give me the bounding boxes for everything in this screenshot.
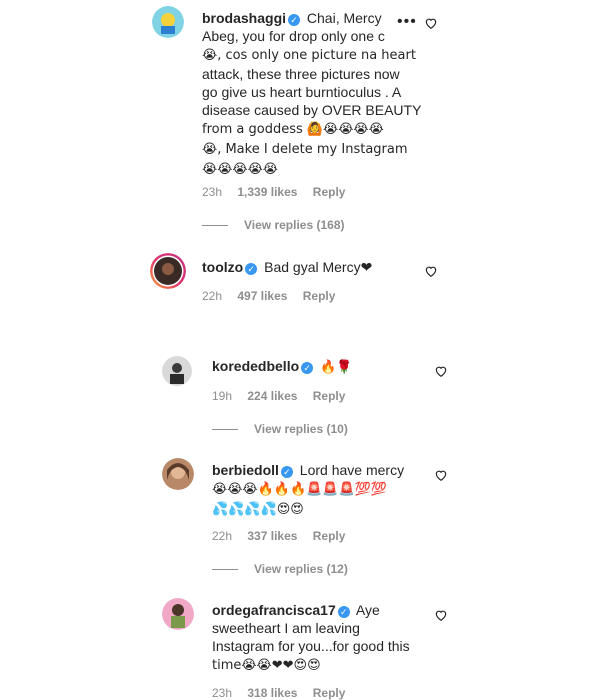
divider-line [202,225,228,227]
reply-button[interactable]: Reply [313,529,346,543]
username[interactable]: toolzo [202,259,243,275]
more-options-icon[interactable]: ••• [397,13,417,31]
heart-outline-icon[interactable] [424,264,438,278]
verified-badge-icon: ✓ [280,466,293,478]
comment-text-line: disease caused by OVER BEAUTY [202,102,422,118]
username[interactable]: korededbello [212,358,299,374]
view-replies-button[interactable]: View replies (12) [212,562,348,576]
verified-badge-icon: ✓ [301,362,314,374]
username[interactable]: brodashaggi [202,10,286,26]
comment-text-line: Instagram for you...for good this [212,638,410,654]
reply-button[interactable]: Reply [313,185,346,199]
avatar[interactable] [150,253,186,289]
comment-text-line: 💦💦💦💦😍😍 [212,502,304,517]
comment-text: 🔥🌹 [320,360,353,375]
verified-badge-icon: ✓ [337,606,350,618]
heart-outline-icon[interactable] [434,608,448,622]
username[interactable]: berbiedoll [212,462,279,478]
avatar[interactable] [152,6,184,38]
reply-button[interactable]: Reply [313,686,346,700]
comment-text-line: Chai, Mercy [306,10,382,26]
divider-line [212,429,238,431]
comment-text-line: time😭😭❤❤😍😍 [212,658,321,673]
view-replies-label: View replies (10) [254,422,348,436]
heart-outline-icon[interactable] [434,468,448,482]
likes-count[interactable]: 497 likes [237,289,287,303]
likes-count[interactable]: 337 likes [247,529,297,543]
view-replies-label: View replies (168) [244,218,345,232]
comment-time: 22h [212,529,233,543]
comment-text-line: Aye [355,602,380,618]
likes-count[interactable]: 318 likes [247,686,297,700]
heart-outline-icon[interactable] [434,364,448,378]
comment-text-line: sweetheart I am leaving [212,620,360,636]
avatar[interactable] [162,598,194,630]
reply-button[interactable]: Reply [303,289,336,303]
comment-time: 23h [212,686,233,700]
verified-badge-icon: ✓ [245,263,258,275]
comment-text-line: 😭, Make I delete my Instagram [202,142,408,157]
view-replies-button[interactable]: View replies (168) [202,218,345,232]
comment-time: 23h [202,185,223,199]
reply-button[interactable]: Reply [313,389,346,403]
comment-text-line: go give us heart burntioculus . A [202,84,402,100]
comment-text-line: from a goddess 🙆😭😭😭😭 [202,122,384,137]
view-replies-label: View replies (12) [254,562,348,576]
comment-text-line: Lord have mercy [299,462,405,478]
comment-time: 22h [202,289,223,303]
comment-text-line: Abeg, you for drop only one c [202,28,385,44]
comment-text-line: 😭😭😭🔥🔥🔥🚨🚨🚨💯💯 [212,482,388,497]
comment-text-line: 😭, cos only one picture na heart [202,48,416,63]
comment-time: 19h [212,389,233,403]
likes-count[interactable]: 1,339 likes [237,185,297,199]
avatar[interactable] [162,458,194,490]
view-replies-button[interactable]: View replies (10) [212,422,348,436]
comment-text-line: 😭😭😭😭😭 [202,162,278,177]
verified-badge-icon: ✓ [288,14,301,26]
username[interactable]: ordegafrancisca17 [212,602,336,618]
comment-text-line: attack, these three pictures now [202,66,400,82]
comment-text: Bad gyal Mercy❤ [264,259,373,275]
likes-count[interactable]: 224 likes [247,389,297,403]
heart-outline-icon[interactable] [424,16,438,30]
divider-line [212,569,238,571]
avatar[interactable] [162,356,192,386]
